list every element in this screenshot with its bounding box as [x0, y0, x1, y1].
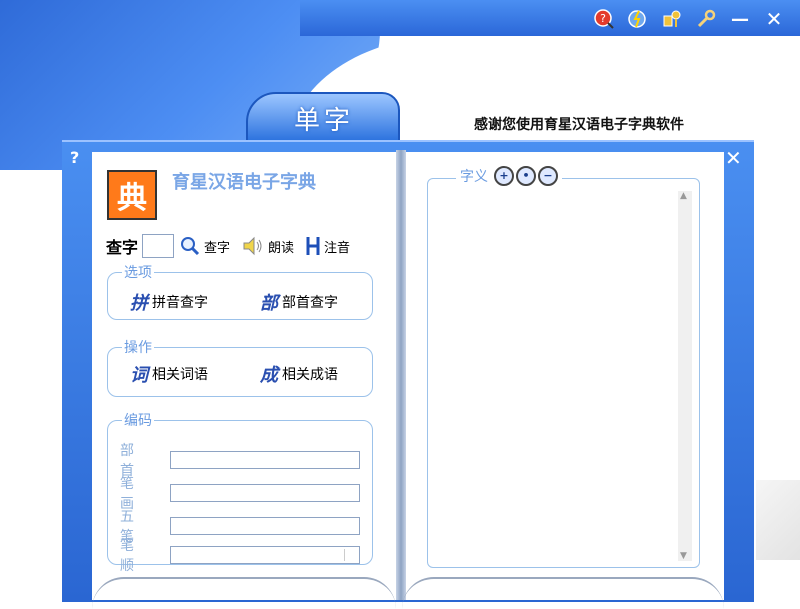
keys-icon[interactable] — [660, 8, 684, 30]
window-toolbar: ? — ✕ — [592, 7, 786, 31]
book-spine — [396, 150, 406, 600]
h-letter-icon — [306, 236, 320, 256]
phonetic-label: 注音 — [324, 240, 351, 256]
meaning-content — [434, 192, 674, 552]
left-page-curl — [92, 577, 396, 609]
magnifier-icon — [180, 236, 200, 256]
radical-field[interactable] — [170, 451, 360, 469]
query-label: 查字 — [106, 238, 139, 257]
radical-search-label: 部首查字 — [282, 295, 338, 311]
options-legend: 选项 — [124, 265, 152, 281]
thanks-message: 感谢您使用育星汉语电子字典软件 — [474, 117, 684, 133]
stroke-count-field[interactable] — [170, 484, 360, 502]
radical-search-button[interactable]: 部 部首查字 — [260, 289, 338, 315]
speaker-icon — [242, 236, 264, 256]
app-title: 育星汉语电子字典 — [172, 172, 316, 193]
pinyin-search-label: 拼音查字 — [152, 295, 208, 311]
scroll-down-arrow-icon[interactable]: ▼ — [680, 551, 687, 561]
tab-single-char[interactable]: 单字 — [246, 92, 400, 142]
update-icon[interactable] — [626, 8, 650, 30]
stroke-order-field-label: 笔顺 — [120, 538, 148, 574]
related-idioms-button[interactable]: 成 相关成语 — [260, 361, 338, 387]
read-aloud-button[interactable]: 朗读 — [242, 236, 294, 256]
settings-icon[interactable] — [694, 8, 718, 30]
right-page-curl — [402, 577, 724, 609]
search-button[interactable]: 查字 — [180, 236, 230, 256]
encoding-legend: 编码 — [124, 413, 152, 429]
zoom-controls: + • − — [494, 166, 558, 186]
zoom-out-icon[interactable]: − — [538, 166, 558, 186]
zoom-reset-icon[interactable]: • — [516, 166, 536, 186]
corner-decoration — [756, 480, 800, 560]
stroke-order-field[interactable] — [170, 546, 360, 564]
pinyin-search-button[interactable]: 拼 拼音查字 — [130, 289, 208, 315]
close-panel-button[interactable]: ✕ — [725, 146, 742, 170]
search-button-label: 查字 — [204, 240, 231, 256]
close-icon[interactable]: ✕ — [762, 7, 786, 31]
related-idioms-label: 相关成语 — [282, 367, 338, 383]
idioms-glyph-icon: 成 — [260, 365, 278, 386]
query-input[interactable] — [142, 234, 175, 258]
radical-glyph-icon: 部 — [260, 293, 278, 314]
app-logo: 典 — [107, 170, 157, 220]
operations-legend: 操作 — [124, 340, 152, 356]
read-aloud-label: 朗读 — [268, 240, 295, 256]
zoom-in-icon[interactable]: + — [494, 166, 514, 186]
meaning-scrollbar[interactable]: ▲ ▼ — [678, 191, 692, 561]
tab-label: 单字 — [294, 106, 355, 136]
related-words-button[interactable]: 词 相关词语 — [130, 361, 208, 387]
wubi-field[interactable] — [170, 517, 360, 535]
stroke-order-field-row: 笔顺 — [120, 535, 360, 575]
pinyin-glyph-icon: 拼 — [130, 293, 148, 314]
query-row: 查字 查字 朗读 注音 — [106, 234, 362, 258]
meaning-legend-row: 字义 + • − — [456, 166, 562, 186]
svg-text:?: ? — [600, 12, 606, 25]
phonetic-button[interactable]: 注音 — [306, 236, 350, 256]
meaning-legend: 字义 — [460, 169, 488, 185]
minimize-icon[interactable]: — — [728, 8, 752, 30]
scroll-up-arrow-icon[interactable]: ▲ — [680, 191, 687, 201]
help-icon[interactable]: ? — [592, 8, 616, 30]
words-glyph-icon: 词 — [130, 365, 148, 386]
related-words-label: 相关词语 — [152, 367, 208, 383]
help-button[interactable]: ? — [70, 148, 79, 167]
